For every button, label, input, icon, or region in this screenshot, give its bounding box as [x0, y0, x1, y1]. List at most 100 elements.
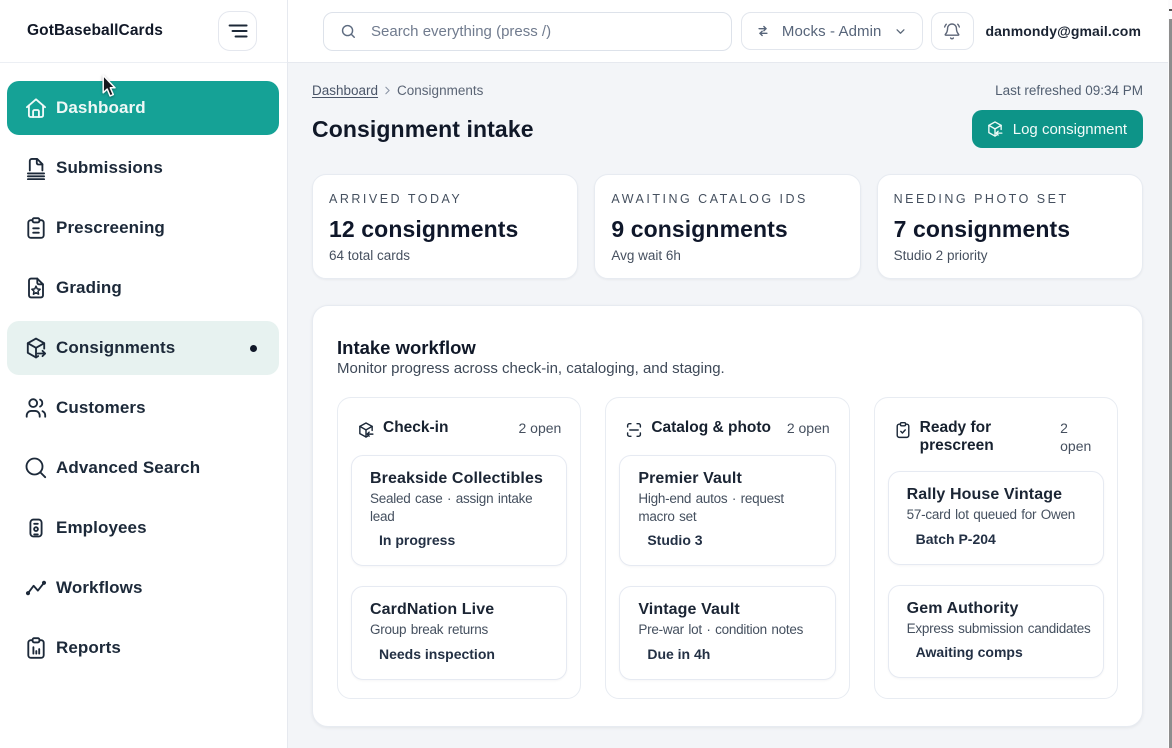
sidebar-item-customers[interactable]: Customers [7, 381, 279, 435]
stat-value: 7 consignments [894, 216, 1126, 243]
sidebar-item-label: Consignments [56, 338, 175, 358]
sidebar-item-label: Submissions [56, 158, 163, 178]
search-icon [24, 456, 48, 480]
card-title: Breakside Collectibles [370, 468, 554, 490]
breadcrumb-dashboard-link[interactable]: Dashboard [312, 83, 378, 98]
card-title: Premier Vault [638, 468, 822, 490]
column-cards: Rally House Vintage57-card lot queued fo… [888, 471, 1104, 678]
user-email: danmondy@gmail.com [986, 23, 1141, 39]
sidebar-item-label: Employees [56, 518, 147, 538]
card-title: Rally House Vintage [907, 484, 1091, 506]
chevron-down-icon [893, 24, 908, 39]
workflow-card[interactable]: Rally House Vintage57-card lot queued fo… [888, 471, 1104, 565]
environment-switcher[interactable]: Mocks - Admin [741, 12, 923, 50]
log-consignment-label: Log consignment [1013, 121, 1127, 138]
card-status: In progress [370, 531, 554, 549]
sidebar-item-grading[interactable]: Grading [7, 261, 279, 315]
file-star-icon [24, 276, 48, 300]
card-title: CardNation Live [370, 599, 554, 621]
column-title: Check-in [383, 419, 448, 437]
card-status: Batch P-204 [907, 530, 1091, 548]
global-search[interactable] [323, 12, 732, 51]
sidebar-item-label: Reports [56, 638, 121, 658]
search-input[interactable] [371, 23, 719, 40]
card-subtitle: Express submission candidates [907, 620, 1091, 638]
sidebar-item-prescreening[interactable]: Prescreening [7, 201, 279, 255]
brand-logo: GotBaseballCards [27, 22, 163, 40]
stat-subtext: Studio 2 priority [894, 248, 1126, 263]
intake-workflow-panel: Intake workflow Monitor progress across … [312, 305, 1143, 727]
scrollbar-thumb[interactable] [1169, 19, 1172, 748]
topbar-right: Mocks - Admin danmondy@gmail.com [741, 12, 1141, 50]
card-subtitle: Pre-war lot · condition notes [638, 621, 822, 639]
sidebar-header: GotBaseballCards [0, 0, 287, 63]
align-right-icon [227, 20, 249, 42]
stat-value: 9 consignments [611, 216, 843, 243]
breadcrumb: Dashboard Consignments Last refreshed 09… [312, 77, 1143, 103]
main-area: Mocks - Admin danmondy@gmail.com Dashboa… [288, 0, 1172, 748]
workflow-column: Ready for prescreen2 open Rally House Vin… [874, 397, 1118, 699]
workflow-card[interactable]: CardNation LiveGroup break returnsNeeds … [351, 586, 567, 680]
sidebar-item-label: Advanced Search [56, 458, 200, 478]
unread-dot [250, 345, 257, 352]
scrollbar-dash [1169, 9, 1172, 12]
arrows-left-right-icon [755, 23, 771, 39]
stat-cards: ARRIVED TODAY12 consignments64 total car… [312, 174, 1143, 279]
workflow-subtitle: Monitor progress across check-in, catalo… [337, 360, 1118, 377]
column-open-count: 2 open [1060, 419, 1098, 455]
workflow-column: Catalog & photo2 open Premier VaultHigh-e… [605, 397, 849, 699]
package-export-icon [24, 336, 48, 360]
stat-label: ARRIVED TODAY [329, 192, 561, 207]
sidebar-item-label: Prescreening [56, 218, 165, 238]
workflow-card[interactable]: Breakside CollectiblesSealed case · assi… [351, 455, 567, 566]
workflow-card[interactable]: Premier VaultHigh-end autos · request ma… [619, 455, 835, 566]
sidebar-item-dashboard[interactable]: Dashboard [7, 81, 279, 135]
log-consignment-button[interactable]: Log consignment [972, 110, 1143, 148]
column-title: Catalog & photo [651, 419, 771, 437]
column-cards: Breakside CollectiblesSealed case · assi… [351, 455, 567, 680]
page-title: Consignment intake [312, 116, 534, 143]
sidebar-item-reports[interactable]: Reports [7, 621, 279, 675]
column-header: Catalog & photo2 open [619, 411, 835, 439]
users-icon [24, 396, 48, 420]
stat-label: AWAITING CATALOG IDS [611, 192, 843, 207]
collapse-menu-button[interactable] [218, 11, 257, 51]
package-import-icon [357, 419, 375, 439]
workflow-column: Check-in2 open Breakside CollectiblesSeal… [337, 397, 581, 699]
bell-icon [942, 21, 962, 41]
stat-label: NEEDING PHOTO SET [894, 192, 1126, 207]
column-cards: Premier VaultHigh-end autos · request ma… [619, 455, 835, 680]
page-header: Consignment intake Log consignment [312, 107, 1143, 151]
page-content: Dashboard Consignments Last refreshed 09… [288, 63, 1172, 748]
sidebar-item-label: Dashboard [56, 98, 146, 118]
clipboard-check-icon [894, 419, 912, 439]
card-title: Vintage Vault [638, 599, 822, 621]
stat-subtext: Avg wait 6h [611, 248, 843, 263]
sidebar: GotBaseballCards Dashboard Submissions Pre… [0, 0, 288, 748]
environment-label: Mocks - Admin [782, 23, 882, 40]
card-subtitle: Group break returns [370, 621, 554, 639]
sidebar-item-label: Workflows [56, 578, 143, 598]
breadcrumb-current: Consignments [397, 83, 483, 98]
notifications-button[interactable] [931, 12, 974, 50]
home-icon [24, 96, 48, 120]
stat-subtext: 64 total cards [329, 248, 561, 263]
card-subtitle: 57-card lot queued for Owen [907, 506, 1091, 524]
sidebar-item-consignments[interactable]: Consignments [7, 321, 279, 375]
workflow-card[interactable]: Gem AuthorityExpress submission candidat… [888, 585, 1104, 679]
sidebar-item-submissions[interactable]: Submissions [7, 141, 279, 195]
column-title: Ready for prescreen [920, 419, 1052, 455]
scan-line-icon [625, 419, 643, 439]
sidebar-item-employees[interactable]: Employees [7, 501, 279, 555]
sidebar-nav: Dashboard Submissions Prescreening Grading C… [0, 63, 287, 675]
file-lines-icon [24, 156, 48, 180]
card-subtitle: Sealed case · assign intake lead [370, 490, 554, 525]
workflow-card[interactable]: Vintage VaultPre-war lot · condition not… [619, 586, 835, 680]
sidebar-item-workflows[interactable]: Workflows [7, 561, 279, 615]
column-header: Check-in2 open [351, 411, 567, 439]
workflow-title: Intake workflow [337, 337, 1118, 359]
stat-card: AWAITING CATALOG IDS 9 consignments Avg wa… [594, 174, 860, 279]
stat-card: NEEDING PHOTO SET 7 consignments Studio 2 … [877, 174, 1143, 279]
card-subtitle: High-end autos · request macro set [638, 490, 822, 525]
sidebar-item-advanced-search[interactable]: Advanced Search [7, 441, 279, 495]
